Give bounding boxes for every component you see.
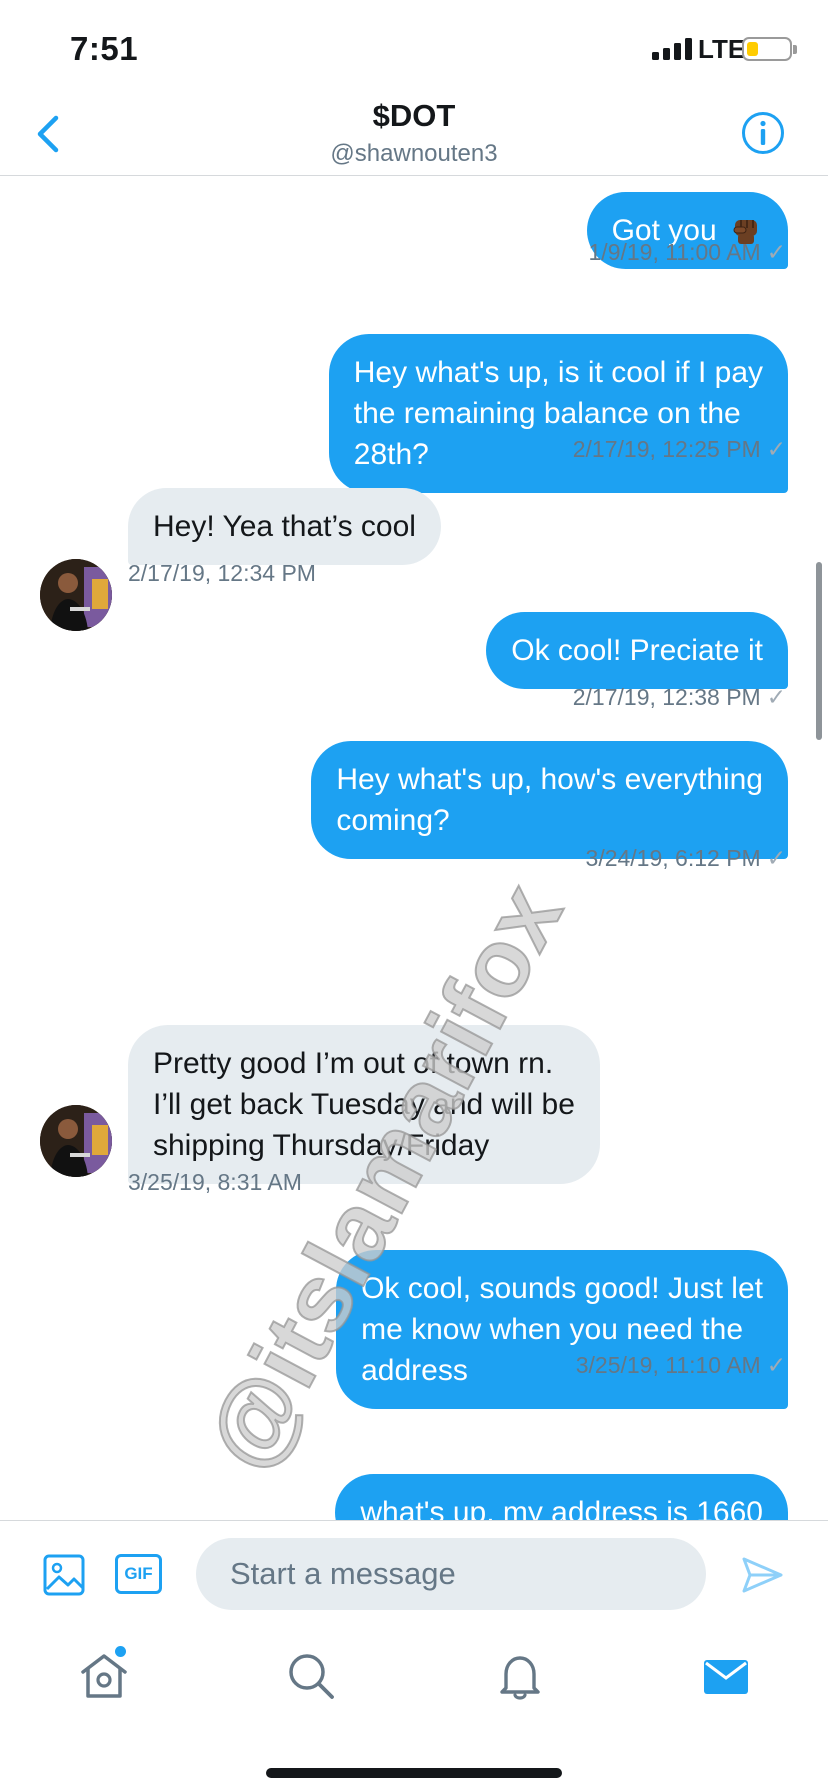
info-button[interactable]: [740, 110, 786, 156]
tab-messages[interactable]: [700, 1650, 752, 1702]
network-label: LTE: [698, 34, 746, 64]
tab-bar: [0, 1623, 828, 1792]
tab-search[interactable]: [285, 1650, 337, 1702]
message-composer: GIF: [0, 1520, 828, 1623]
home-indicator[interactable]: [266, 1768, 562, 1778]
message-line: Hey what's up, how's everything: [336, 763, 763, 796]
message-line: Pretty good I’m out of town rn.: [153, 1047, 554, 1080]
message-line: Ok cool, sounds good! Just let: [361, 1272, 763, 1305]
message-line: I’ll get back Tuesday and will be: [153, 1088, 575, 1121]
message-text: Hey! Yea that’s cool: [153, 510, 416, 543]
read-check-icon: ✓: [766, 845, 786, 871]
message-text: Ok cool! Preciate it: [511, 634, 763, 667]
conversation-title[interactable]: $DOT: [0, 98, 828, 134]
image-icon: [43, 1554, 85, 1596]
bell-icon: [500, 1656, 540, 1700]
read-check-icon: ✓: [766, 1352, 786, 1378]
message-timestamp: 2/17/19, 12:34 PM: [128, 560, 316, 586]
read-check-icon: ✓: [766, 436, 786, 462]
outgoing-message[interactable]: Hey what's up, how's everything coming?: [311, 741, 788, 859]
incoming-message[interactable]: Hey! Yea that’s cool: [128, 488, 441, 565]
avatar[interactable]: [40, 1105, 112, 1177]
message-list[interactable]: Got you 1/9/19, 11:00 AM ✓ Hey what's up,…: [0, 177, 828, 1520]
conversation-header: $DOT @shawnouten3: [0, 96, 828, 176]
read-check-icon: ✓: [766, 684, 786, 710]
outgoing-message[interactable]: Ok cool! Preciate it: [486, 612, 788, 689]
status-time: 7:51: [70, 30, 139, 67]
send-icon: [742, 1557, 783, 1593]
tab-home[interactable]: [78, 1650, 130, 1702]
avatar-image: [40, 1105, 112, 1177]
message-timestamp: 3/24/19, 6:12 PM ✓: [585, 845, 786, 871]
add-media-button[interactable]: [42, 1553, 86, 1597]
message-text: what's up, my address is 1660: [360, 1496, 763, 1520]
mail-icon: [704, 1660, 748, 1694]
read-check-icon: ✓: [766, 239, 786, 265]
message-line: me know when you need the: [361, 1313, 744, 1346]
message-line: Hey what's up, is it cool if I pay: [353, 356, 763, 389]
scrollbar[interactable]: [816, 562, 822, 740]
message-timestamp: 3/25/19, 8:31 AM: [128, 1169, 302, 1195]
send-button[interactable]: [740, 1553, 784, 1597]
message-line: coming?: [336, 804, 450, 837]
message-line: shipping Thursday/Friday: [153, 1129, 490, 1162]
info-icon: [742, 112, 784, 154]
outgoing-message[interactable]: Ok cool, sounds good! Just let me know w…: [336, 1250, 788, 1409]
message-timestamp: 1/9/19, 11:00 AM ✓: [588, 239, 786, 265]
message-timestamp: 2/17/19, 12:38 PM ✓: [572, 684, 786, 710]
message-timestamp: 2/17/19, 12:25 PM ✓: [572, 436, 786, 462]
outgoing-message[interactable]: what's up, my address is 1660: [335, 1474, 788, 1520]
avatar[interactable]: [40, 559, 112, 631]
notification-dot: [115, 1646, 126, 1657]
outgoing-message[interactable]: Hey what's up, is it cool if I pay the r…: [328, 334, 788, 493]
search-icon: [289, 1654, 334, 1699]
home-icon: [81, 1654, 127, 1698]
incoming-message[interactable]: Pretty good I’m out of town rn. I’ll get…: [128, 1025, 600, 1184]
message-line: the remaining balance on the: [353, 397, 741, 430]
gif-button[interactable]: GIF: [115, 1554, 162, 1594]
signal-icon: [652, 38, 694, 60]
message-input[interactable]: [196, 1538, 706, 1610]
battery-icon: [742, 37, 797, 61]
message-timestamp: 3/25/19, 11:10 AM ✓: [575, 1352, 786, 1378]
tab-notifications[interactable]: [494, 1650, 546, 1702]
avatar-image: [40, 559, 112, 631]
status-bar: 7:51 LTE: [0, 0, 828, 96]
conversation-handle[interactable]: @shawnouten3: [0, 140, 828, 168]
